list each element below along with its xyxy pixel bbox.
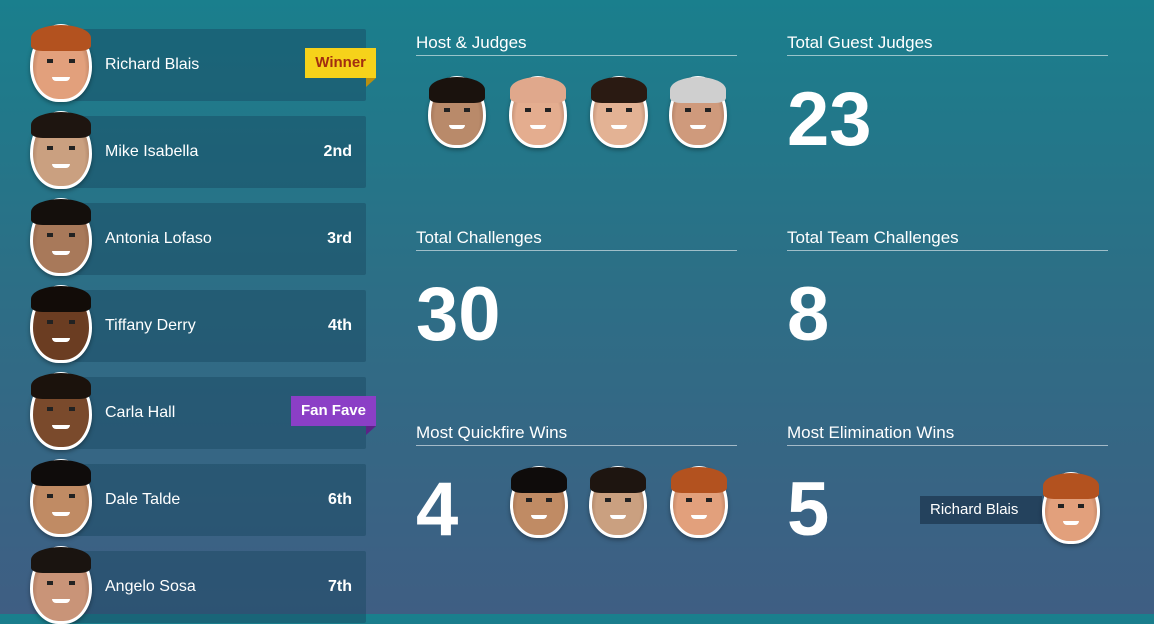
eyes-shape <box>47 58 75 63</box>
contestant-avatar[interactable] <box>30 111 92 189</box>
mouth-shape <box>530 515 548 520</box>
hair-shape <box>31 460 91 486</box>
host-judges-title: Host & Judges <box>416 33 737 56</box>
contestant-name: Mike Isabella <box>105 143 199 160</box>
eyes-shape <box>47 232 75 237</box>
eyes-shape <box>47 580 75 585</box>
hair-shape <box>591 77 647 103</box>
contestant-row[interactable]: Dale Talde 6th <box>70 464 366 536</box>
eyes-shape <box>1058 504 1084 509</box>
quickfire-count: 4 <box>416 467 459 552</box>
contestant-place: 4th <box>328 317 352 334</box>
contestant-name: Carla Hall <box>105 404 176 421</box>
hair-shape <box>31 25 91 51</box>
contestant-name: Richard Blais <box>105 56 200 73</box>
elimination-leader-name[interactable]: Richard Blais <box>920 496 1042 524</box>
badge-label: Winner <box>315 54 366 71</box>
eyes-shape <box>606 108 632 113</box>
mouth-shape <box>609 515 627 520</box>
hair-shape <box>429 77 485 103</box>
judge-avatar[interactable] <box>590 76 648 148</box>
quickfire-winner-avatar[interactable] <box>589 466 647 538</box>
contestant-name: Angelo Sosa <box>105 578 196 595</box>
contestant-place: 6th <box>328 491 352 508</box>
hair-shape <box>31 112 91 138</box>
hair-shape <box>511 467 567 493</box>
badge-fold <box>366 426 376 435</box>
hair-shape <box>31 199 91 225</box>
mouth-shape <box>52 164 70 169</box>
elimination-leader-avatar[interactable] <box>1042 472 1100 544</box>
quickfire-winner-avatar[interactable] <box>670 466 728 538</box>
hair-shape <box>670 77 726 103</box>
hair-shape <box>1043 473 1099 499</box>
contestant-name: Dale Talde <box>105 491 181 508</box>
mouth-shape <box>689 125 707 130</box>
winner-badge: Winner <box>305 48 376 87</box>
contestant-avatar[interactable] <box>30 198 92 276</box>
hair-shape <box>671 467 727 493</box>
mouth-shape <box>52 77 70 82</box>
contestant-avatar[interactable] <box>30 546 92 624</box>
team-challenges-count: 8 <box>787 272 830 357</box>
eyes-shape <box>525 108 551 113</box>
eyes-shape <box>47 319 75 324</box>
challenges-count: 30 <box>416 272 501 357</box>
fan-fave-badge: Fan Fave <box>290 396 376 435</box>
contestant-place: 7th <box>328 578 352 595</box>
mouth-shape <box>448 125 466 130</box>
hair-shape <box>510 77 566 103</box>
contestant-row[interactable]: Richard Blais Winner <box>70 29 376 101</box>
contestant-row[interactable]: Tiffany Derry 4th <box>70 290 366 362</box>
mouth-shape <box>52 338 70 343</box>
contestant-row[interactable]: Mike Isabella 2nd <box>70 116 366 188</box>
eyes-shape <box>47 406 75 411</box>
mouth-shape <box>52 251 70 256</box>
badge-label: Fan Fave <box>300 402 366 419</box>
judge-avatar[interactable] <box>509 76 567 148</box>
eyes-shape <box>444 108 470 113</box>
mouth-shape <box>690 515 708 520</box>
mouth-shape <box>529 125 547 130</box>
judge-avatar[interactable] <box>428 76 486 148</box>
guest-judges-title: Total Guest Judges <box>787 33 1108 56</box>
eyes-shape <box>47 145 75 150</box>
mouth-shape <box>52 512 70 517</box>
mouth-shape <box>52 599 70 604</box>
judge-avatar[interactable] <box>669 76 727 148</box>
badge-fold <box>366 78 376 87</box>
contestant-avatar[interactable] <box>30 24 92 102</box>
eyes-shape <box>47 493 75 498</box>
contestant-row[interactable]: Antonia Lofaso 3rd <box>70 203 366 275</box>
contestant-name: Antonia Lofaso <box>105 230 212 247</box>
quickfire-winner-avatar[interactable] <box>510 466 568 538</box>
eyes-shape <box>526 498 552 503</box>
contestant-row[interactable]: Angelo Sosa 7th <box>70 551 366 623</box>
contestant-place: 2nd <box>323 143 352 160</box>
contestant-avatar[interactable] <box>30 285 92 363</box>
hair-shape <box>31 373 91 399</box>
guest-judges-count: 23 <box>787 77 872 162</box>
eyes-shape <box>685 108 711 113</box>
eyes-shape <box>686 498 712 503</box>
quickfire-title: Most Quickfire Wins <box>416 423 737 446</box>
team-challenges-title: Total Team Challenges <box>787 228 1108 251</box>
contestant-avatar[interactable] <box>30 459 92 537</box>
hair-shape <box>31 286 91 312</box>
elimination-title: Most Elimination Wins <box>787 423 1108 446</box>
challenges-title: Total Challenges <box>416 228 737 251</box>
elimination-count: 5 <box>787 467 830 552</box>
mouth-shape <box>610 125 628 130</box>
contestant-name: Tiffany Derry <box>105 317 196 334</box>
mouth-shape <box>1062 521 1080 526</box>
mouth-shape <box>52 425 70 430</box>
hair-shape <box>590 467 646 493</box>
hair-shape <box>31 547 91 573</box>
contestant-place: 3rd <box>327 230 352 247</box>
contestant-avatar[interactable] <box>30 372 92 450</box>
contestant-row[interactable]: Carla Hall Fan Fave <box>70 377 376 449</box>
eyes-shape <box>605 498 631 503</box>
